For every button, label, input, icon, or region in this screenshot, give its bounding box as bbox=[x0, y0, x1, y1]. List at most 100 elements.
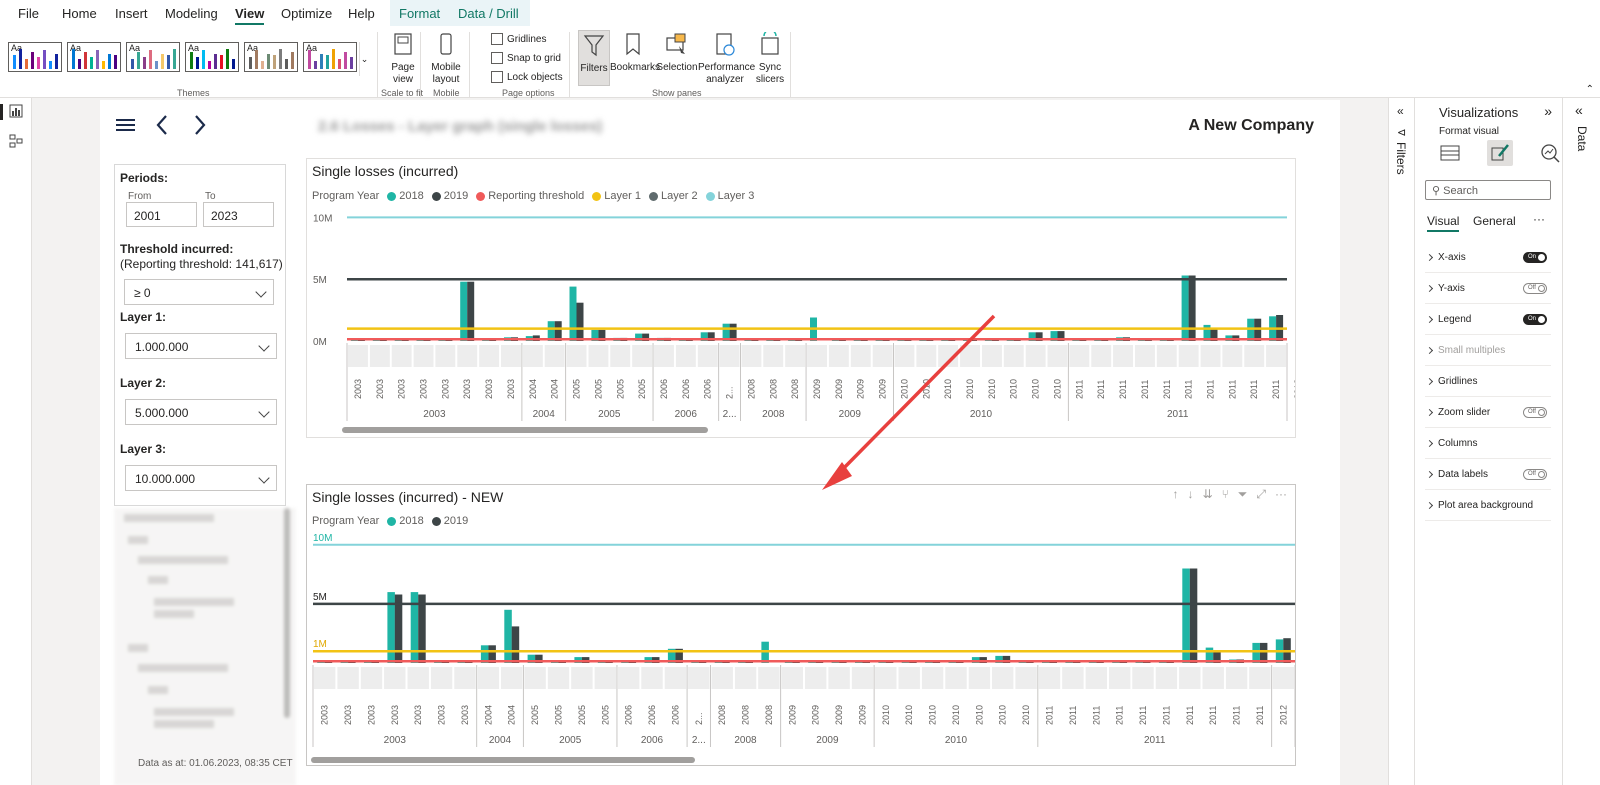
tab-general[interactable]: General bbox=[1473, 214, 1516, 228]
blurred-category-label bbox=[1047, 345, 1068, 367]
format-section-y-axis[interactable]: Y-axis Off bbox=[1425, 273, 1551, 304]
sync-slicers-icon bbox=[761, 29, 779, 55]
bar-2018[interactable] bbox=[1252, 642, 1260, 663]
format-section-data-labels[interactable]: Data labels Off bbox=[1425, 459, 1551, 490]
viz-search-input[interactable]: ⚲ Search bbox=[1425, 180, 1551, 200]
layer1-dropdown[interactable]: 1.000.000 bbox=[125, 333, 277, 359]
blurred-category-label bbox=[1085, 667, 1107, 689]
filters-pane[interactable]: « ⊲ Filters bbox=[1388, 98, 1414, 785]
theme-swatch[interactable]: Aa bbox=[185, 42, 239, 72]
bar-2018[interactable] bbox=[1182, 568, 1190, 664]
slicer-panel: Periods: From To 2001 2023 Threshold inc… bbox=[114, 164, 286, 506]
tab-visual[interactable]: Visual bbox=[1427, 214, 1460, 232]
format-section-columns[interactable]: Columns bbox=[1425, 428, 1551, 459]
model-view-icon[interactable] bbox=[9, 134, 23, 148]
blurred-category-label bbox=[828, 345, 849, 367]
y-tick-label: 10M bbox=[313, 533, 332, 544]
x-tick-label: 2008 bbox=[717, 705, 727, 725]
chart-single-losses-new[interactable]: Single losses (incurred) - NEW Program Y… bbox=[306, 484, 1296, 766]
horizontal-scrollbar[interactable] bbox=[311, 757, 695, 763]
bar-2019[interactable] bbox=[576, 302, 584, 341]
mobile-layout-button[interactable]: Mobile layout bbox=[428, 32, 464, 86]
bookmarks-button[interactable]: Bookmarks bbox=[610, 32, 660, 74]
toggle-label: On bbox=[1528, 315, 1537, 322]
format-visual-tab[interactable] bbox=[1487, 140, 1513, 166]
bar-2018[interactable] bbox=[350, 340, 358, 341]
bar-2019[interactable] bbox=[1189, 568, 1198, 664]
report-view-icon[interactable] bbox=[9, 104, 23, 118]
tab-help[interactable]: Help bbox=[348, 6, 375, 21]
format-section-legend[interactable]: Legend On bbox=[1425, 304, 1551, 335]
collapse-data-icon[interactable]: « bbox=[1575, 102, 1583, 118]
forward-arrow-icon[interactable] bbox=[193, 114, 207, 139]
hamburger-menu-icon[interactable] bbox=[116, 117, 136, 136]
toggle-switch[interactable]: On bbox=[1523, 313, 1547, 325]
layer2-dropdown[interactable]: 5.000.000 bbox=[125, 399, 277, 425]
sync-slicers-button[interactable]: Sync slicers bbox=[752, 29, 788, 86]
tab-view[interactable]: View bbox=[235, 6, 265, 25]
toggle-switch[interactable]: On bbox=[1523, 251, 1547, 263]
toggle-switch[interactable]: Off bbox=[1523, 406, 1547, 418]
blurred-category-label bbox=[734, 667, 757, 689]
format-section-plot-area-background[interactable]: Plot area background bbox=[1425, 490, 1551, 521]
data-pane[interactable]: « Data bbox=[1562, 98, 1600, 785]
tab-data-drill[interactable]: Data / Drill bbox=[458, 6, 519, 21]
to-input[interactable]: 2023 bbox=[203, 202, 274, 227]
chart-single-losses[interactable]: Single losses (incurred) Program Year 20… bbox=[306, 158, 1296, 438]
toggle-switch[interactable]: Off bbox=[1523, 282, 1547, 294]
bar-2019[interactable] bbox=[467, 281, 475, 341]
selection-button[interactable]: Selection bbox=[656, 32, 698, 74]
tab-file[interactable]: File bbox=[18, 6, 39, 21]
tab-modeling[interactable]: Modeling bbox=[165, 6, 218, 21]
chevron-right-icon bbox=[1425, 501, 1434, 509]
theme-swatch[interactable]: Aa bbox=[67, 42, 121, 72]
horizontal-scrollbar[interactable] bbox=[342, 427, 708, 433]
tab-optimize[interactable]: Optimize bbox=[281, 6, 332, 21]
page-view-button[interactable]: Page view bbox=[385, 32, 421, 86]
tab-format[interactable]: Format bbox=[399, 6, 440, 21]
collapse-filters-icon[interactable]: « bbox=[1397, 104, 1404, 118]
blurred-category-label bbox=[992, 667, 1014, 689]
tab-home[interactable]: Home bbox=[62, 6, 97, 21]
format-section-gridlines[interactable]: Gridlines bbox=[1425, 366, 1551, 397]
lock-objects-checkbox[interactable]: Lock objects bbox=[491, 71, 563, 83]
blurred-category-label bbox=[1156, 345, 1177, 367]
theme-swatch[interactable]: Aa bbox=[244, 42, 298, 72]
analytics-icon[interactable] bbox=[1539, 142, 1561, 164]
format-section-zoom-slider[interactable]: Zoom slider Off bbox=[1425, 397, 1551, 428]
format-section-x-axis[interactable]: X-axis On bbox=[1425, 242, 1551, 273]
snap-to-grid-checkbox[interactable]: Snap to grid bbox=[491, 52, 561, 64]
bar-2018[interactable] bbox=[569, 286, 577, 341]
bar-2019[interactable] bbox=[1188, 275, 1196, 342]
bar-2019[interactable] bbox=[357, 340, 365, 341]
bar-2019[interactable] bbox=[511, 626, 520, 663]
bar-2018[interactable] bbox=[504, 609, 512, 663]
to-label: To bbox=[205, 191, 216, 202]
tab-insert[interactable]: Insert bbox=[115, 6, 148, 21]
from-input[interactable]: 2001 bbox=[126, 202, 197, 227]
filters-pane-button[interactable]: Filters bbox=[578, 30, 610, 86]
theme-color-bar bbox=[220, 55, 223, 69]
collapse-ribbon-icon[interactable]: ⌃ bbox=[1586, 84, 1594, 95]
collapse-viz-icon[interactable]: » bbox=[1544, 103, 1552, 119]
threshold-dropdown[interactable]: ≥ 0 bbox=[124, 279, 274, 305]
format-section-small-multiples[interactable]: Small multiples bbox=[1425, 335, 1551, 366]
build-visual-icon[interactable] bbox=[1439, 142, 1461, 164]
theme-color-bar bbox=[255, 50, 258, 69]
theme-swatch[interactable]: Aa bbox=[8, 42, 62, 72]
themes-expand-icon[interactable]: ⌄ bbox=[359, 42, 369, 76]
theme-swatch[interactable]: Aa bbox=[126, 42, 180, 72]
x-tick-label: 2010 bbox=[881, 705, 891, 725]
more-options-icon[interactable]: ··· bbox=[1533, 212, 1545, 226]
gridlines-checkbox[interactable]: Gridlines bbox=[491, 33, 546, 45]
toggle-switch[interactable]: Off bbox=[1523, 468, 1547, 480]
bar-2018[interactable] bbox=[460, 281, 468, 341]
bar-2018[interactable] bbox=[1181, 275, 1189, 342]
performance-analyzer-button[interactable]: Performance analyzer bbox=[698, 32, 755, 86]
x-tick-label: 2004 bbox=[528, 379, 538, 399]
theme-swatch[interactable]: Aa bbox=[303, 42, 357, 72]
bar-2019[interactable] bbox=[1259, 642, 1268, 663]
selection-icon bbox=[666, 33, 686, 54]
layer3-dropdown[interactable]: 10.000.000 bbox=[125, 465, 277, 491]
back-arrow-icon[interactable] bbox=[155, 114, 169, 139]
